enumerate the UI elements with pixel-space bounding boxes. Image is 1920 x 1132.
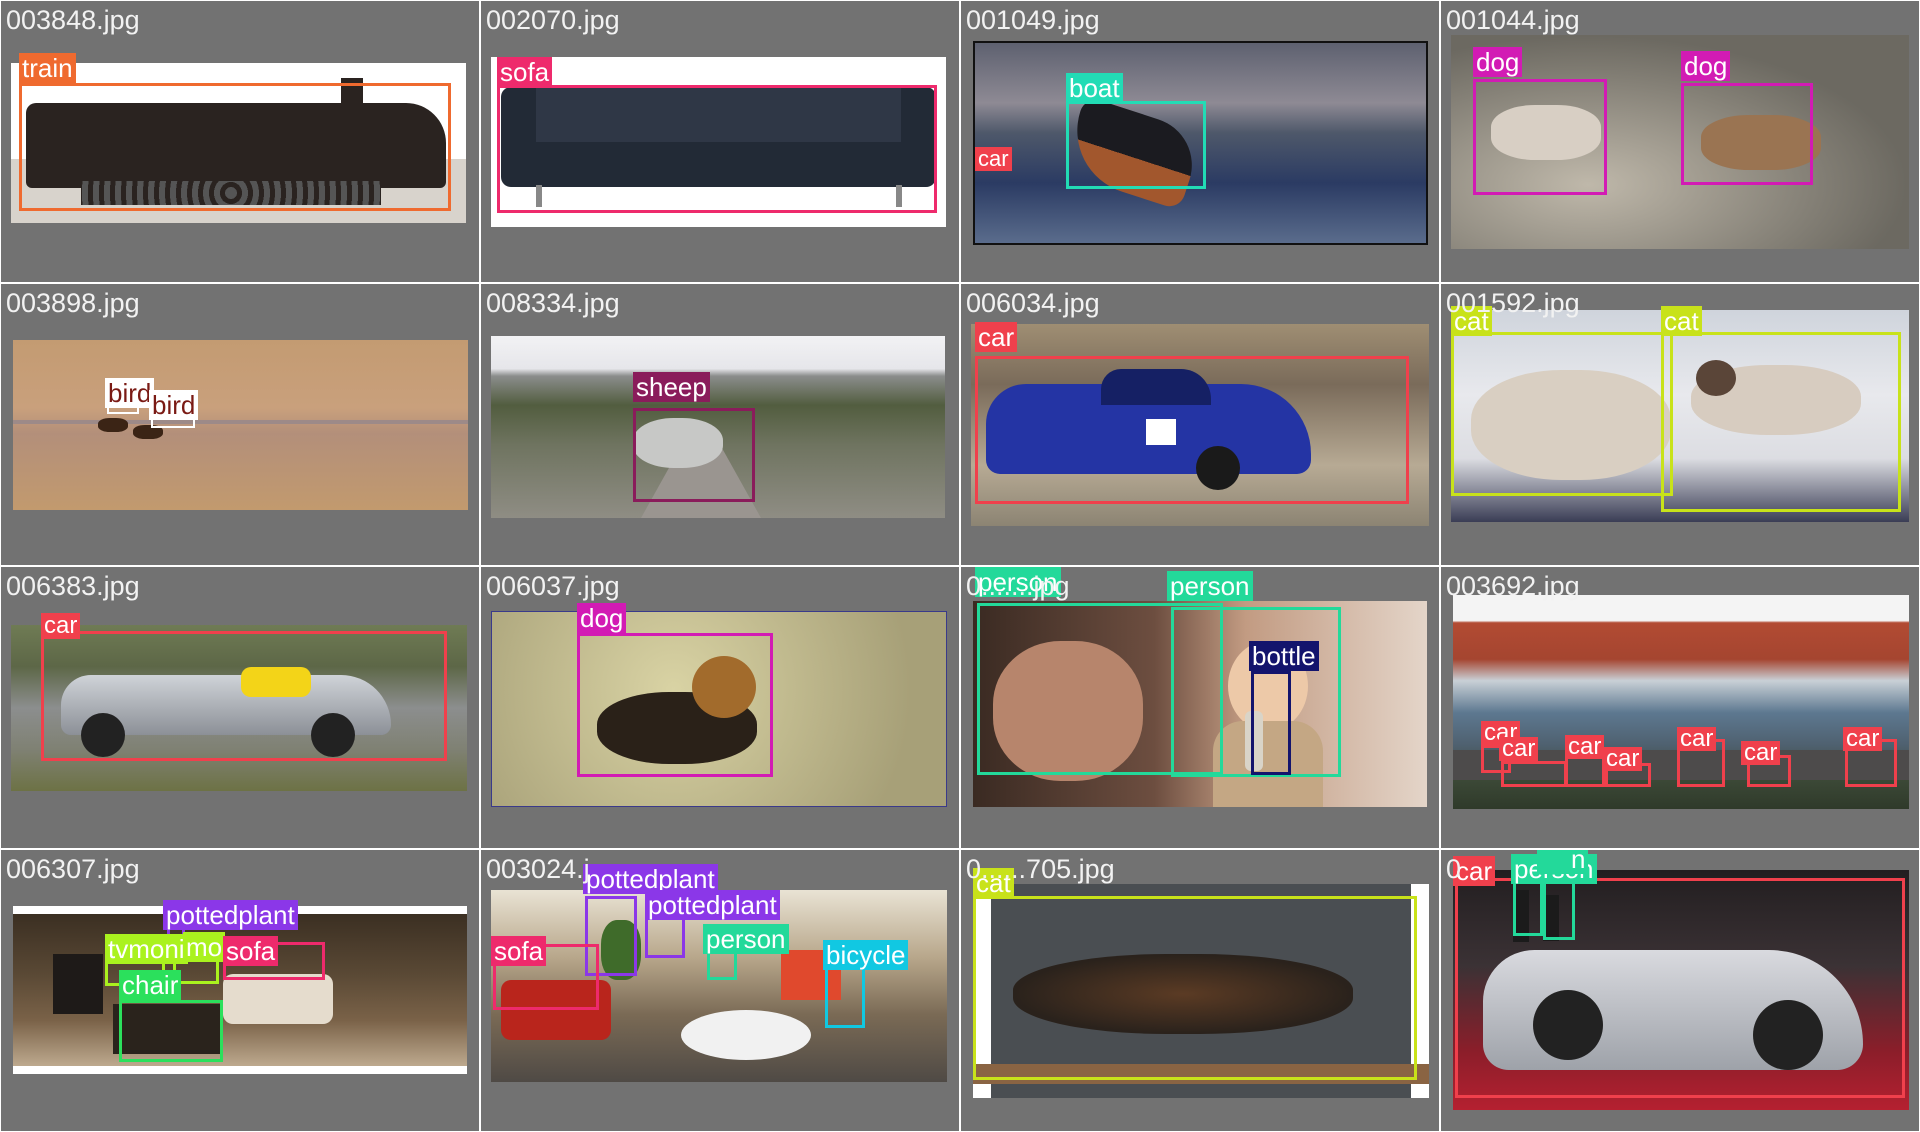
- dog-label: dog: [577, 603, 627, 633]
- sofa-label: sofa: [497, 57, 553, 87]
- cat-bbox-1: [1451, 332, 1673, 496]
- person-bbox-1: [1513, 880, 1543, 936]
- sofa-label: sofa: [223, 936, 279, 966]
- birds-photo: [13, 340, 468, 510]
- tile-filename: 003898.jpg: [6, 288, 140, 318]
- room-photo: [13, 906, 467, 1074]
- tile-filename: 003024.j: [486, 854, 590, 884]
- boat-bbox: [1066, 101, 1206, 189]
- bird-label-2: bird: [149, 390, 199, 420]
- sheep-bbox: [633, 408, 755, 502]
- car-bbox-2: [1501, 761, 1567, 787]
- tile-filename: 006307.jpg: [6, 854, 140, 884]
- cat-label-2: cat: [1661, 306, 1702, 336]
- tvmonitor-label-1: tvmoni: [105, 934, 188, 964]
- tile-filename: 003692.jpg: [1446, 571, 1580, 601]
- tile-filename: 0: [1446, 854, 1462, 884]
- detection-grid: 003848.jpg train 002070.jpg sofa 001049.…: [0, 0, 1920, 1132]
- tile-001592[interactable]: 001592.jpg cat cat: [1440, 283, 1920, 566]
- cat-bbox: [973, 896, 1417, 1080]
- dog-label-1: dog: [1473, 47, 1523, 77]
- car-label-6: car: [1741, 741, 1781, 765]
- person-label: person: [703, 924, 789, 954]
- car-bbox: [975, 356, 1409, 504]
- pottedplant-label-2: pottedplant: [645, 890, 780, 920]
- tile-006037[interactable]: 006037.jpg dog: [480, 566, 960, 849]
- tile-filename: 0.......jpg: [966, 571, 1070, 601]
- tile-filename: 006034.jpg: [966, 288, 1100, 318]
- tile-person-bottle[interactable]: 0.......jpg person person bottle: [960, 566, 1440, 849]
- car-label-7: car: [1843, 727, 1883, 751]
- tile-003898[interactable]: 003898.jpg bird bird: [0, 283, 480, 566]
- bottle-bbox: [1251, 671, 1291, 775]
- dog-bbox-2: [1681, 83, 1813, 185]
- tvmonitor-label-2: mo: [183, 932, 226, 962]
- bottle-label: bottle: [1249, 641, 1319, 671]
- tile-008334[interactable]: 008334.jpg sheep: [480, 283, 960, 566]
- tile-006034[interactable]: 006034.jpg car: [960, 283, 1440, 566]
- tile-filename: 002070.jpg: [486, 5, 620, 35]
- tile-cat-window[interactable]: 0......705.jpg cat: [960, 849, 1440, 1132]
- tile-003848[interactable]: 003848.jpg train: [0, 0, 480, 283]
- car-label: car: [975, 322, 1018, 352]
- dog-bbox-1: [1473, 79, 1607, 195]
- tile-filename: 001049.jpg: [966, 5, 1100, 35]
- sheep-label: sheep: [633, 372, 710, 402]
- tile-006383[interactable]: 006383.jpg car: [0, 566, 480, 849]
- sofa-label: sofa: [491, 936, 547, 966]
- tile-002070[interactable]: 002070.jpg sofa: [480, 0, 960, 283]
- tile-003692[interactable]: 003692.jpg car car car car car car car: [1440, 566, 1920, 849]
- boat-label: boat: [1066, 73, 1123, 103]
- dog-bbox: [577, 633, 773, 777]
- dog-label-2: dog: [1681, 51, 1731, 81]
- tile-car-show[interactable]: 0 car person n: [1440, 849, 1920, 1132]
- chair-bbox: [119, 1000, 223, 1062]
- person-bbox-2: [1543, 876, 1575, 940]
- person-label-2: n: [1537, 850, 1589, 874]
- bird-label-1: bird: [105, 378, 155, 408]
- tile-001049[interactable]: 001049.jpg boat car: [960, 0, 1440, 283]
- cat-bbox-2: [1661, 332, 1901, 512]
- tile-filename: 003848.jpg: [6, 5, 140, 35]
- pottedplant-label: pottedplant: [163, 900, 298, 930]
- car-label-4: car: [1603, 747, 1643, 771]
- bicycle-label: bicycle: [823, 940, 909, 970]
- tile-006307[interactable]: 006307.jpg chair tvmoni mo pottedplant s…: [0, 849, 480, 1132]
- person-label-2: person: [1167, 571, 1253, 601]
- train-label: train: [19, 53, 76, 83]
- car-label-3: car: [1565, 735, 1605, 759]
- car-label: car: [975, 147, 1012, 171]
- car-bbox: [41, 631, 447, 761]
- train-bbox: [19, 83, 451, 211]
- sofa-bbox: [497, 85, 937, 213]
- tile-001044[interactable]: 001044.jpg dog dog: [1440, 0, 1920, 283]
- tile-filename: 001592.jpg: [1446, 288, 1580, 318]
- car-label: car: [41, 613, 81, 639]
- tile-filename: 006037.jpg: [486, 571, 620, 601]
- tile-filename: 001044.jpg: [1446, 5, 1580, 35]
- car-label-2: car: [1499, 737, 1539, 761]
- tile-filename: 0......705.jpg: [966, 854, 1115, 884]
- car-label-5: car: [1677, 727, 1717, 751]
- chair-label: chair: [119, 970, 182, 1000]
- tile-filename: 006383.jpg: [6, 571, 140, 601]
- tile-003024[interactable]: 003024.j pottedplant pottedplant sofa pe…: [480, 849, 960, 1132]
- tile-filename: 008334.jpg: [486, 288, 620, 318]
